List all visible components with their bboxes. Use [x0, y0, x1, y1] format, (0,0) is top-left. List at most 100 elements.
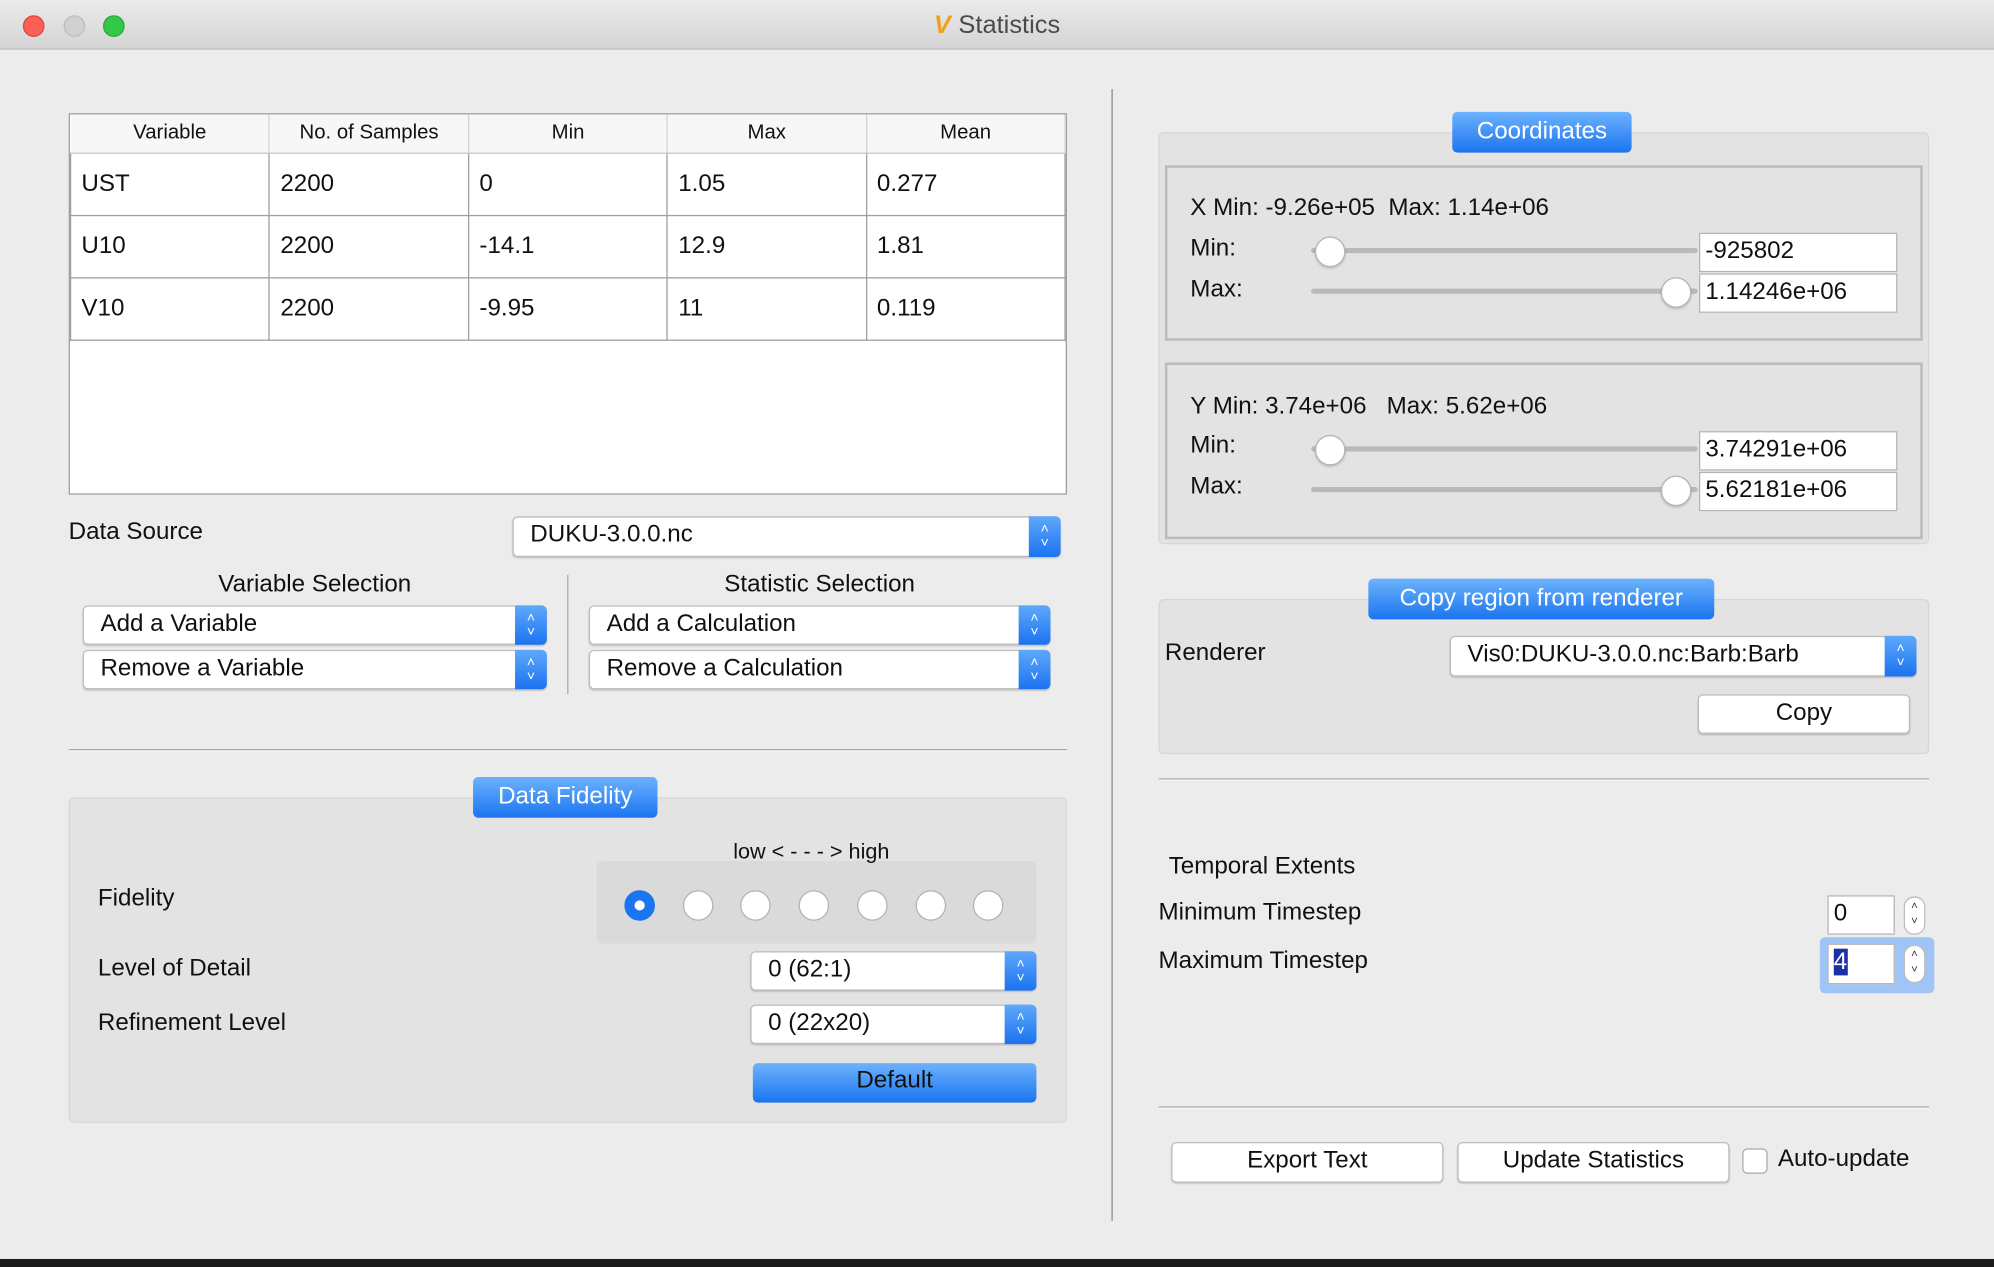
column-header[interactable]: Mean [866, 114, 1066, 154]
table-cell: 1.05 [666, 152, 867, 217]
level-of-detail-value: 0 (62:1) [768, 956, 852, 984]
fidelity-scale-label: low < - - - > high [733, 839, 890, 864]
y-min-slider-thumb[interactable] [1314, 434, 1346, 466]
add-calculation-select[interactable]: Add a Calculation ˄ ˅ [588, 605, 1051, 645]
y-max-label: Max: [1190, 473, 1243, 500]
minimum-timestep-label: Minimum Timestep [1158, 899, 1362, 926]
statistics-table[interactable]: Variable No. of Samples Min Max Mean UST… [68, 113, 1067, 495]
minimum-timestep-stepper[interactable]: ˄ ˅ [1903, 896, 1926, 935]
add-variable-select[interactable]: Add a Variable ˄ ˅ [82, 605, 547, 645]
refinement-level-label: Refinement Level [97, 1009, 286, 1037]
divider [567, 574, 569, 695]
default-button[interactable]: Default [752, 1063, 1037, 1103]
fidelity-radio-0[interactable] [624, 890, 655, 921]
y-min-input[interactable]: 3.74291e+06 [1698, 431, 1898, 471]
table-cell: 2200 [268, 214, 470, 279]
temporal-extents-label: Temporal Extents [1168, 853, 1356, 881]
fidelity-radio-1[interactable] [682, 890, 714, 921]
remove-calculation-select[interactable]: Remove a Calculation ˄ ˅ [588, 649, 1051, 690]
stepper-arrows-icon: ˄ ˅ [1004, 951, 1037, 991]
table-cell: 0 [467, 152, 669, 217]
window-title-text: Statistics [958, 11, 1061, 40]
column-header[interactable]: No. of Samples [269, 114, 470, 154]
table-row[interactable]: V10 2200 -9.95 11 0.119 [69, 277, 1066, 341]
level-of-detail-select[interactable]: 0 (62:1) ˄ ˅ [750, 951, 1037, 991]
data-source-label: Data Source [68, 518, 203, 546]
table-cell: V10 [69, 277, 271, 341]
table-cell: -14.1 [467, 214, 669, 279]
fidelity-radio-6[interactable] [973, 890, 1004, 921]
level-of-detail-label: Level of Detail [97, 955, 252, 982]
y-min-slider-track[interactable] [1311, 446, 1698, 452]
stepper-arrows-icon: ˄ ˅ [1018, 649, 1051, 690]
remove-variable-select[interactable]: Remove a Variable ˄ ˅ [82, 649, 547, 690]
window-title: V Statistics [0, 11, 1994, 40]
table-row[interactable]: U10 2200 -14.1 12.9 1.81 [69, 214, 1066, 279]
y-min-label: Min: [1190, 432, 1236, 460]
x-min-slider-track[interactable] [1311, 247, 1698, 254]
table-cell: 11 [666, 277, 867, 341]
table-cell: U10 [69, 214, 271, 279]
x-max-input[interactable]: 1.14246e+06 [1698, 273, 1898, 313]
table-cell: 1.81 [865, 214, 1066, 279]
x-min-slider-thumb[interactable] [1314, 236, 1346, 268]
y-max-slider-thumb[interactable] [1660, 475, 1692, 507]
radio-dot-icon [634, 900, 645, 911]
y-max-slider-track[interactable] [1311, 487, 1698, 493]
fidelity-radio-3[interactable] [798, 890, 830, 921]
x-max-slider-thumb[interactable] [1660, 277, 1692, 308]
add-calculation-text: Add a Calculation [606, 610, 797, 638]
maximum-timestep-label: Maximum Timestep [1158, 947, 1368, 975]
table-cell: 2200 [268, 277, 470, 341]
table-cell: UST [69, 152, 271, 217]
vertical-divider [1111, 89, 1113, 1221]
renderer-label: Renderer [1164, 639, 1266, 667]
remove-calculation-text: Remove a Calculation [606, 654, 843, 682]
vapor-v-icon: V [933, 11, 951, 40]
data-source-select[interactable]: DUKU-3.0.0.nc ˄ ˅ [512, 516, 1061, 558]
table-cell: -9.95 [467, 277, 669, 341]
maximum-timestep-input[interactable]: 4 [1827, 943, 1895, 985]
table-cell: 2200 [268, 152, 470, 217]
stepper-arrows-icon: ˄ ˅ [1004, 1004, 1037, 1045]
maximum-timestep-stepper[interactable]: ˄ ˅ [1903, 944, 1926, 984]
export-text-button[interactable]: Export Text [1171, 1141, 1444, 1183]
fidelity-label: Fidelity [97, 885, 175, 912]
auto-update-checkbox[interactable] [1742, 1148, 1768, 1174]
add-variable-text: Add a Variable [100, 610, 258, 638]
x-max-label: Max: [1190, 275, 1243, 303]
column-header[interactable]: Max [667, 114, 867, 154]
renderer-value: Vis0:DUKU-3.0.0.nc:Barb:Barb [1467, 640, 1799, 668]
table-cell: 12.9 [666, 214, 867, 279]
refinement-level-value: 0 (22x20) [768, 1009, 871, 1037]
stepper-arrows-icon: ˄ ˅ [1018, 605, 1051, 645]
column-header[interactable]: Min [468, 114, 669, 154]
auto-update-label: Auto-update [1777, 1145, 1910, 1173]
stepper-arrows-icon: ˄ ˅ [515, 605, 547, 645]
data-source-value: DUKU-3.0.0.nc [530, 521, 693, 549]
copy-region-title: Copy region from renderer [1368, 578, 1715, 620]
fidelity-radio-5[interactable] [914, 890, 946, 921]
fidelity-radio-4[interactable] [856, 890, 888, 921]
update-statistics-button[interactable]: Update Statistics [1457, 1141, 1730, 1183]
minimum-timestep-input[interactable]: 0 [1827, 895, 1895, 935]
x-summary: X Min: -9.26e+05 Max: 1.14e+06 [1190, 194, 1549, 222]
statistic-selection-label: Statistic Selection [724, 570, 915, 598]
coordinates-title: Coordinates [1452, 111, 1632, 153]
copy-button[interactable]: Copy [1697, 694, 1911, 734]
title-bar: V Statistics [0, 0, 1994, 50]
variable-selection-label: Variable Selection [218, 570, 412, 598]
x-max-slider-track[interactable] [1311, 288, 1698, 294]
y-max-input[interactable]: 5.62181e+06 [1698, 471, 1898, 512]
x-min-input[interactable]: -925802 [1698, 232, 1898, 273]
stepper-arrows-icon: ˄ ˅ [515, 649, 547, 690]
y-summary: Y Min: 3.74e+06 Max: 5.62e+06 [1190, 392, 1548, 420]
column-header[interactable]: Variable [70, 114, 271, 154]
refinement-level-select[interactable]: 0 (22x20) ˄ ˅ [750, 1004, 1037, 1045]
stepper-arrows-icon: ˄ ˅ [1028, 516, 1061, 558]
renderer-select[interactable]: Vis0:DUKU-3.0.0.nc:Barb:Barb ˄ ˅ [1449, 635, 1917, 677]
table-cell: 0.119 [865, 277, 1066, 341]
table-row[interactable]: UST 2200 0 1.05 0.277 [69, 152, 1066, 217]
stepper-arrows-icon: ˄ ˅ [1884, 635, 1917, 677]
separator [1158, 778, 1930, 781]
